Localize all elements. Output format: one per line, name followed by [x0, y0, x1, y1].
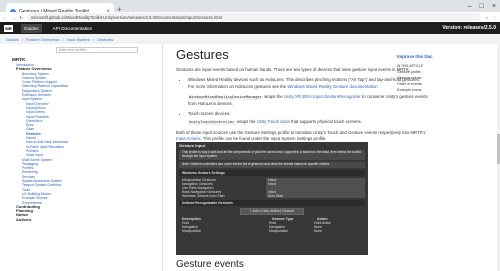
nav-api-documentation[interactable]: API Documentation [50, 24, 96, 33]
bullet-text: For more information on HoloLens gesture… [188, 84, 288, 90]
settings-paragraph: Both of these input sources use the Gest… [176, 130, 436, 141]
sidebar-list: Introduction Feature Overviews Boundary Sy… [12, 63, 154, 222]
gesture-cell: None [314, 229, 323, 234]
unity-touch-link[interactable]: Unity Touch class [257, 119, 290, 124]
forward-icon[interactable]: → [11, 15, 15, 20]
reload-icon[interactable]: ↻ [19, 15, 23, 20]
bullet-text: wraps the [235, 118, 257, 124]
minimize-icon[interactable]: – [468, 3, 472, 10]
inspector-note: Note: Defined controllers can come via t… [179, 161, 365, 168]
improve-doc-link[interactable]: Improve this Doc [397, 54, 497, 60]
nav-guides[interactable]: Guides [21, 23, 42, 33]
filter-placeholder: Enter here to filter... [59, 48, 89, 52]
bullet-text: Touch screen devices. [188, 110, 231, 116]
inspector-row-label: Windows Gesture Auto Start [182, 194, 225, 199]
article-toc: Improve this Doc IN THIS ARTICLE Gesture… [397, 54, 497, 93]
maximize-icon[interactable]: □ [480, 3, 484, 10]
star-icon[interactable]: ☆ [485, 15, 489, 20]
site-logo[interactable]: MR [4, 24, 13, 32]
input-actions-link[interactable]: Input Actions [176, 136, 201, 141]
code-snippet: WindowsMixedRealityDeviceManager [188, 95, 263, 100]
breadcrumb-separator: / [92, 36, 94, 42]
sidebar-heading: MRTK [12, 57, 26, 62]
breadcrumb-feature-overviews[interactable]: Feature Overviews [26, 37, 60, 42]
gesture-row: Manipulation Manipulation None [179, 229, 365, 233]
paragraph-text: Both of these input sources use the Gest… [176, 130, 426, 136]
gesture-recognizer-link[interactable]: Unity XR.WSA.Input.GestureRecognizer [284, 94, 361, 99]
gesture-cell: Manipulation [269, 229, 289, 234]
bullet-text: Windows Mixed Reality devices such as Ho… [188, 76, 420, 82]
gesture-profile-screenshot: Gesture Input This profile is way it act… [176, 142, 368, 255]
breadcrumb-guides[interactable]: Guides [6, 37, 19, 42]
sidebar-item[interactable]: Authors [12, 217, 154, 222]
menu-icon[interactable]: ⋮ [493, 15, 497, 20]
breadcrumb: Guides / Feature Overviews / Input System /… [0, 34, 500, 44]
window-controls: – □ × [468, 3, 496, 10]
close-window-icon[interactable]: × [492, 3, 496, 10]
breadcrumb-input-system[interactable]: Input System [67, 37, 90, 42]
inspector-section: Defined Recognizable Gestures [179, 200, 365, 207]
inspector-row: Windows Gesture Auto Start Auto Start [179, 194, 365, 199]
url-field[interactable]: microsoft.github.io/MixedRealityToolkit-… [26, 13, 482, 21]
inspector-row-value: Auto Start [266, 194, 365, 199]
wmr-gesture-doc-link[interactable]: Windows Mixed Reality Gesture documentat… [287, 84, 377, 89]
gesture-table: Hold Hold Hold Action Navigation Navigation N… [179, 221, 365, 233]
inspector-section: Windows Gesture Settings [179, 169, 365, 176]
section-heading-gesture-events: Gesture events [176, 259, 244, 270]
list-item: Touch screen devices. UnityTouchControll… [188, 111, 436, 126]
url-text: microsoft.github.io/MixedRealityToolkit-… [30, 14, 222, 20]
toc-item[interactable]: Example scene [397, 87, 497, 93]
bullet-text: wraps the [262, 93, 284, 99]
address-bar: ← → ↻ microsoft.github.io/MixedRealityTo… [0, 12, 500, 22]
inspector-settings: Manipulation Gestures Hand Navigation Gest… [179, 177, 365, 199]
back-icon[interactable]: ← [3, 15, 7, 20]
sidebar: Enter here to filter... MRTK Introductio… [0, 44, 163, 271]
breadcrumb-separator: / [62, 36, 64, 42]
bullet-text: that supports physical touch screens. [289, 118, 362, 124]
version-selector[interactable]: Version: releases/2.5.0 [442, 25, 496, 31]
breadcrumb-gestures[interactable]: Gestures [97, 37, 113, 42]
paragraph-text: . This profile can be found under the In… [200, 135, 327, 141]
inspector-title: Gesture Input [179, 143, 206, 148]
inspector-note: This profile is way it acts and all the … [179, 150, 365, 160]
breadcrumb-separator: / [21, 36, 23, 42]
top-navigation: MR Guides API Documentation Version: rel… [0, 22, 500, 34]
sidebar-filter-input[interactable]: Enter here to filter... [56, 47, 138, 53]
add-gesture-button: + Add a New defined Gesture [240, 208, 304, 215]
code-snippet: UnityTouchController [188, 120, 236, 125]
gesture-cell: Manipulation [182, 229, 202, 234]
